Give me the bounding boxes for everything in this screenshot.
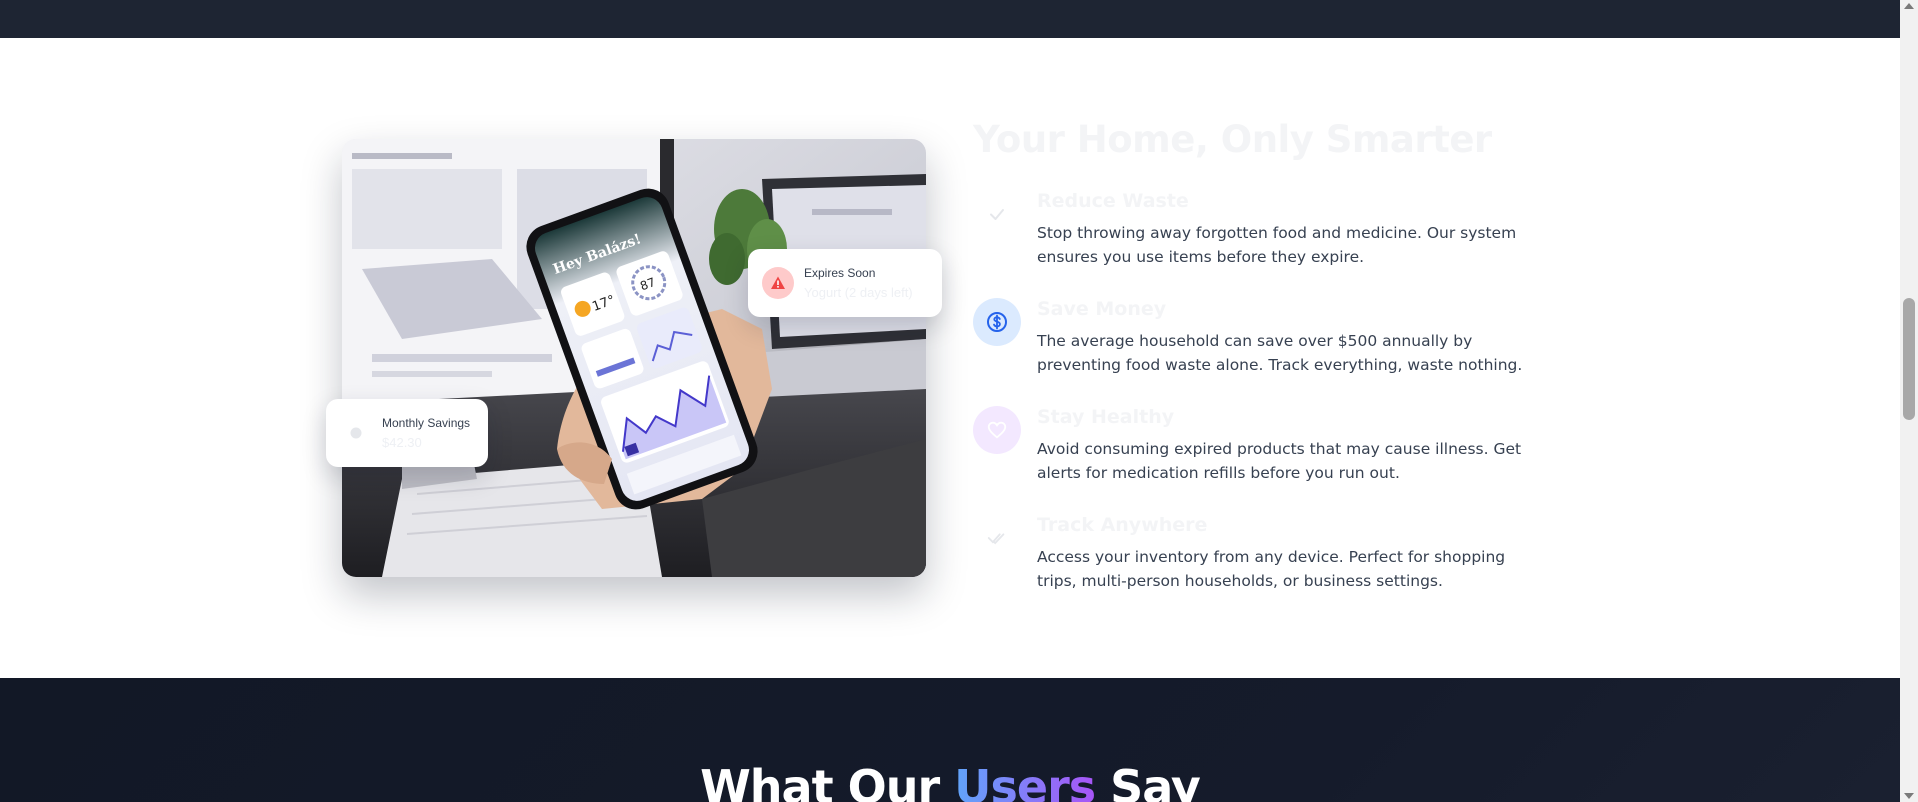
testimonials-heading-after: Say	[1095, 760, 1201, 802]
benefit-title: Stay Healthy	[1037, 406, 1175, 428]
previous-section-footer	[0, 0, 1900, 38]
scrollbar-thumb[interactable]	[1903, 298, 1915, 420]
testimonials-heading-before: What Our	[700, 760, 955, 802]
testimonials-heading: What Our Users Say	[0, 760, 1900, 802]
benefit-description: Avoid consuming expired products that ma…	[1037, 440, 1522, 482]
product-photo: Hey Balázs! 17° 87	[342, 139, 926, 577]
expires-soon-value: Yogurt (2 days left)	[804, 285, 913, 300]
monthly-savings-label: Monthly Savings	[382, 416, 471, 430]
benefit-description: Access your inventory from any device. P…	[1037, 548, 1506, 590]
benefit-description: The average household can save over $500…	[1037, 332, 1523, 374]
benefit-title: Track Anywhere	[1037, 514, 1208, 536]
double-check-icon	[973, 514, 1021, 562]
dollar-icon	[973, 298, 1021, 346]
scroll-down-arrow-icon[interactable]	[1904, 793, 1914, 799]
heart-icon	[973, 406, 1021, 454]
expires-soon-label: Expires Soon	[804, 266, 876, 280]
monthly-savings-card: Monthly Savings $42.30	[326, 399, 488, 467]
expires-soon-card: Expires Soon Yogurt (2 days left)	[748, 249, 942, 317]
benefit-title: Reduce Waste	[1037, 190, 1189, 212]
check-icon	[973, 190, 1021, 238]
section-heading: Your Home, Only Smarter	[973, 118, 1492, 161]
benefit-description: Stop throwing away forgotten food and me…	[1037, 224, 1517, 266]
warning-icon	[762, 267, 794, 299]
page-scrollbar[interactable]	[1900, 0, 1918, 802]
testimonials-heading-highlight: Users	[954, 760, 1096, 802]
scroll-up-arrow-icon[interactable]	[1904, 3, 1914, 9]
monthly-savings-value: $42.30	[382, 435, 422, 450]
benefit-title: Save Money	[1037, 298, 1167, 320]
piggy-bank-icon	[340, 417, 372, 449]
